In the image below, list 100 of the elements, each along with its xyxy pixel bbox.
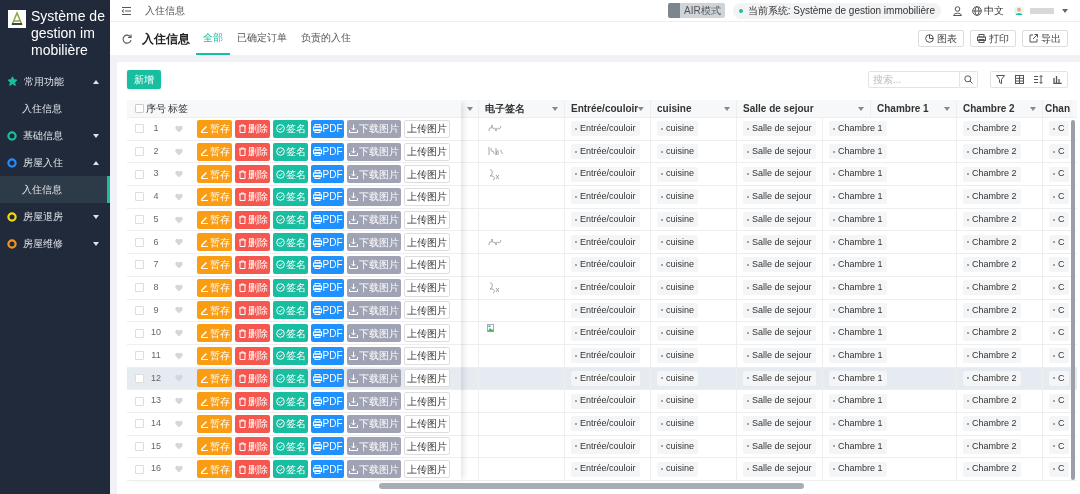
action-button[interactable]: 删除 xyxy=(235,210,270,229)
action-button[interactable]: 暂存 xyxy=(197,437,232,456)
action-button[interactable]: 下载图片 xyxy=(347,301,401,320)
toolbar-button[interactable]: 图表 xyxy=(918,30,964,47)
sidebar-item[interactable]: 房屋入住 xyxy=(23,155,93,170)
user-icon[interactable] xyxy=(953,5,962,16)
heart-icon[interactable] xyxy=(175,124,183,133)
action-button[interactable]: 上传图片 xyxy=(404,210,450,229)
checkbox[interactable] xyxy=(135,373,144,383)
action-button[interactable]: 上传图片 xyxy=(404,142,450,161)
action-button[interactable]: PDF xyxy=(311,165,344,184)
action-button[interactable]: 暂存 xyxy=(197,255,232,274)
checkbox[interactable] xyxy=(135,351,144,361)
action-button[interactable]: 上传图片 xyxy=(404,460,450,479)
action-button[interactable]: 签名 xyxy=(273,369,308,388)
action-button[interactable]: PDF xyxy=(311,142,344,161)
action-button[interactable]: 签名 xyxy=(273,210,308,229)
caret-icon[interactable] xyxy=(1062,8,1068,13)
action-button[interactable]: 删除 xyxy=(235,460,270,479)
action-button[interactable]: 上传图片 xyxy=(404,187,450,206)
action-button[interactable]: PDF xyxy=(311,324,344,343)
action-button[interactable]: PDF xyxy=(311,414,344,433)
action-button[interactable]: PDF xyxy=(311,255,344,274)
action-button[interactable]: 签名 xyxy=(273,346,308,365)
action-button[interactable]: PDF xyxy=(311,460,344,479)
action-button[interactable]: 签名 xyxy=(273,233,308,252)
action-button[interactable]: 删除 xyxy=(235,142,270,161)
heart-icon[interactable] xyxy=(175,283,183,292)
action-button[interactable]: 删除 xyxy=(235,165,270,184)
toolbar-button[interactable]: 打印 xyxy=(970,30,1016,47)
checkbox[interactable] xyxy=(135,237,144,247)
action-button[interactable]: PDF xyxy=(311,119,344,138)
action-button[interactable]: 签名 xyxy=(273,278,308,297)
caret-icon[interactable] xyxy=(467,106,473,111)
action-button[interactable]: PDF xyxy=(311,437,344,456)
action-button[interactable]: 删除 xyxy=(235,187,270,206)
action-button[interactable]: 暂存 xyxy=(197,460,232,479)
sidebar-subitem[interactable]: 入住信息 xyxy=(0,176,110,203)
action-button[interactable]: 删除 xyxy=(235,437,270,456)
action-button[interactable]: 上传图片 xyxy=(404,278,450,297)
action-button[interactable]: 暂存 xyxy=(197,210,232,229)
checkbox[interactable] xyxy=(135,328,144,338)
action-button[interactable]: 删除 xyxy=(235,301,270,320)
action-button[interactable]: 删除 xyxy=(235,392,270,411)
heart-icon[interactable] xyxy=(175,329,183,338)
checkbox[interactable] xyxy=(135,441,144,451)
action-button[interactable]: PDF xyxy=(311,233,344,252)
action-button[interactable]: 签名 xyxy=(273,324,308,343)
checkbox[interactable] xyxy=(135,305,144,315)
action-button[interactable]: 下载图片 xyxy=(347,369,401,388)
action-button[interactable]: 签名 xyxy=(273,301,308,320)
action-button[interactable]: 下载图片 xyxy=(347,392,401,411)
action-button[interactable]: 暂存 xyxy=(197,278,232,297)
action-button[interactable]: 暂存 xyxy=(197,324,232,343)
action-button[interactable]: 上传图片 xyxy=(404,165,450,184)
action-button[interactable]: 暂存 xyxy=(197,233,232,252)
checkbox[interactable] xyxy=(135,396,144,406)
heart-icon[interactable] xyxy=(175,147,183,156)
globe-icon[interactable] xyxy=(972,5,982,16)
action-button[interactable]: 上传图片 xyxy=(404,392,450,411)
sidebar-subitem[interactable]: 入住信息 xyxy=(0,95,110,122)
tab[interactable]: 负责的入住 xyxy=(294,22,358,55)
heart-icon[interactable] xyxy=(175,306,183,315)
action-button[interactable]: 删除 xyxy=(235,369,270,388)
heart-icon[interactable] xyxy=(175,260,183,269)
action-button[interactable]: 下载图片 xyxy=(347,346,401,365)
checkbox[interactable] xyxy=(135,283,144,293)
caret-icon[interactable] xyxy=(1030,106,1036,111)
action-button[interactable]: 签名 xyxy=(273,119,308,138)
heart-icon[interactable] xyxy=(175,442,183,451)
action-button[interactable]: 签名 xyxy=(273,414,308,433)
action-button[interactable]: 下载图片 xyxy=(347,187,401,206)
action-button[interactable]: 暂存 xyxy=(197,142,232,161)
action-button[interactable]: 签名 xyxy=(273,437,308,456)
caret-icon[interactable] xyxy=(944,106,950,111)
sidebar-item[interactable]: 房屋维修 xyxy=(23,236,93,251)
heart-icon[interactable] xyxy=(175,397,183,406)
action-button[interactable]: 下载图片 xyxy=(347,165,401,184)
sidebar-item[interactable]: 房屋退房 xyxy=(23,209,93,224)
action-button[interactable]: 暂存 xyxy=(197,187,232,206)
action-button[interactable]: 暂存 xyxy=(197,392,232,411)
action-button[interactable]: 删除 xyxy=(235,278,270,297)
action-button[interactable]: 签名 xyxy=(273,392,308,411)
action-button[interactable]: 签名 xyxy=(273,460,308,479)
action-button[interactable]: PDF xyxy=(311,301,344,320)
action-button[interactable]: 签名 xyxy=(273,255,308,274)
sort-icon[interactable] xyxy=(1034,75,1043,84)
action-button[interactable]: 暂存 xyxy=(197,414,232,433)
caret-icon[interactable] xyxy=(858,106,864,111)
checkbox[interactable] xyxy=(135,215,144,225)
search-button[interactable] xyxy=(960,71,978,88)
heart-icon[interactable] xyxy=(175,170,183,179)
language-selector[interactable]: 中文 xyxy=(984,3,1004,18)
tab[interactable]: 全部 xyxy=(196,22,230,55)
action-button[interactable]: 删除 xyxy=(235,233,270,252)
tab[interactable]: 已确定订单 xyxy=(230,22,294,55)
action-button[interactable]: 上传图片 xyxy=(404,119,450,138)
refresh-icon[interactable] xyxy=(122,33,132,44)
action-button[interactable]: 删除 xyxy=(235,255,270,274)
toolbar-button[interactable]: 导出 xyxy=(1022,30,1068,47)
